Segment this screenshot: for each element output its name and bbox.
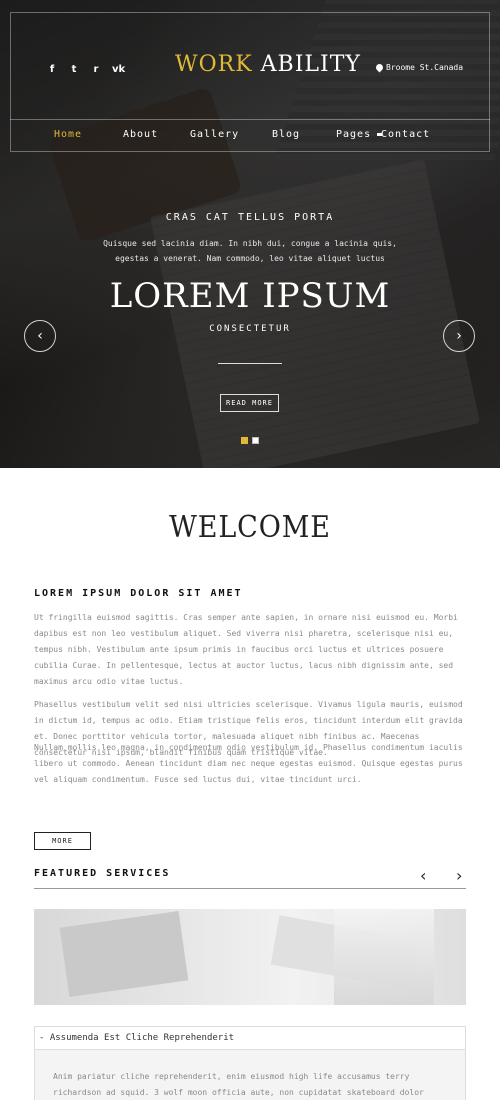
- site-logo[interactable]: WORK ABILITY: [175, 52, 361, 77]
- welcome-paragraph-1: Ut fringilla euismod sagittis. Cras semp…: [34, 613, 458, 686]
- slide-text: Quisque sed lacinia diam. In nibh dui, c…: [103, 239, 397, 263]
- welcome-heading: LOREM IPSUM DOLOR SIT AMET: [34, 588, 243, 599]
- slider-pagination: [241, 437, 259, 444]
- welcome-title: WELCOME: [169, 510, 331, 545]
- nav-contact[interactable]: Contact: [381, 129, 430, 140]
- read-more-button[interactable]: READ MORE: [220, 394, 279, 412]
- twitter-icon[interactable]: t: [68, 64, 80, 75]
- services-divider: [34, 888, 466, 889]
- map-pin-icon: [374, 62, 385, 73]
- slide-subtitle: CONSECTETUR: [209, 324, 291, 334]
- slide-title: LOREM IPSUM: [109, 276, 391, 316]
- service-image: [34, 909, 466, 1005]
- slider-dot-1[interactable]: [241, 437, 248, 444]
- services-heading: FEATURED SERVICES: [34, 868, 171, 879]
- accordion-header[interactable]: - Assumenda Est Cliche Reprehenderit: [34, 1026, 466, 1050]
- services-next-icon[interactable]: ›: [456, 866, 462, 885]
- accordion-body: Anim pariatur cliche reprehenderit, enim…: [34, 1050, 466, 1100]
- slider-next-button[interactable]: ›: [443, 320, 475, 352]
- more-button[interactable]: MORE: [34, 832, 91, 850]
- slider-dot-2[interactable]: [252, 437, 259, 444]
- vk-icon[interactable]: vk: [112, 64, 125, 75]
- nav-pages[interactable]: Pages: [336, 129, 383, 140]
- logo-word-work: WORK: [175, 52, 253, 77]
- nav-home[interactable]: Home: [54, 129, 82, 140]
- location-text: Broome St.Canada: [386, 63, 464, 72]
- rss-icon[interactable]: r: [90, 64, 102, 75]
- logo-word-ability: ABILITY: [260, 52, 361, 77]
- hero-slider: f t r vk WORK ABILITY Broome St.Canada Ho…: [0, 0, 500, 468]
- welcome-paragraph-3: Nullam mollis leo magna, in condimentum …: [34, 743, 463, 784]
- nav-pages-label: Pages: [336, 129, 372, 140]
- nav-blog[interactable]: Blog: [272, 129, 300, 140]
- location-info: Broome St.Canada: [374, 62, 464, 73]
- social-links: f t r vk: [46, 64, 125, 75]
- service-image-shape: [334, 909, 434, 1005]
- services-prev-icon[interactable]: ‹: [420, 866, 426, 885]
- nav-gallery[interactable]: Gallery: [190, 129, 239, 140]
- chevron-right-icon: ›: [456, 328, 462, 344]
- slide-divider: [218, 363, 282, 364]
- service-image-shape: [59, 910, 189, 998]
- facebook-icon[interactable]: f: [46, 64, 58, 75]
- slider-prev-button[interactable]: ‹: [24, 320, 56, 352]
- chevron-left-icon: ‹: [37, 328, 43, 344]
- main-nav: Home About Gallery Blog Pages Contact: [10, 120, 490, 152]
- nav-about[interactable]: About: [123, 129, 158, 140]
- slide-kicker: CRAS CAT TELLUS PORTA: [165, 212, 335, 223]
